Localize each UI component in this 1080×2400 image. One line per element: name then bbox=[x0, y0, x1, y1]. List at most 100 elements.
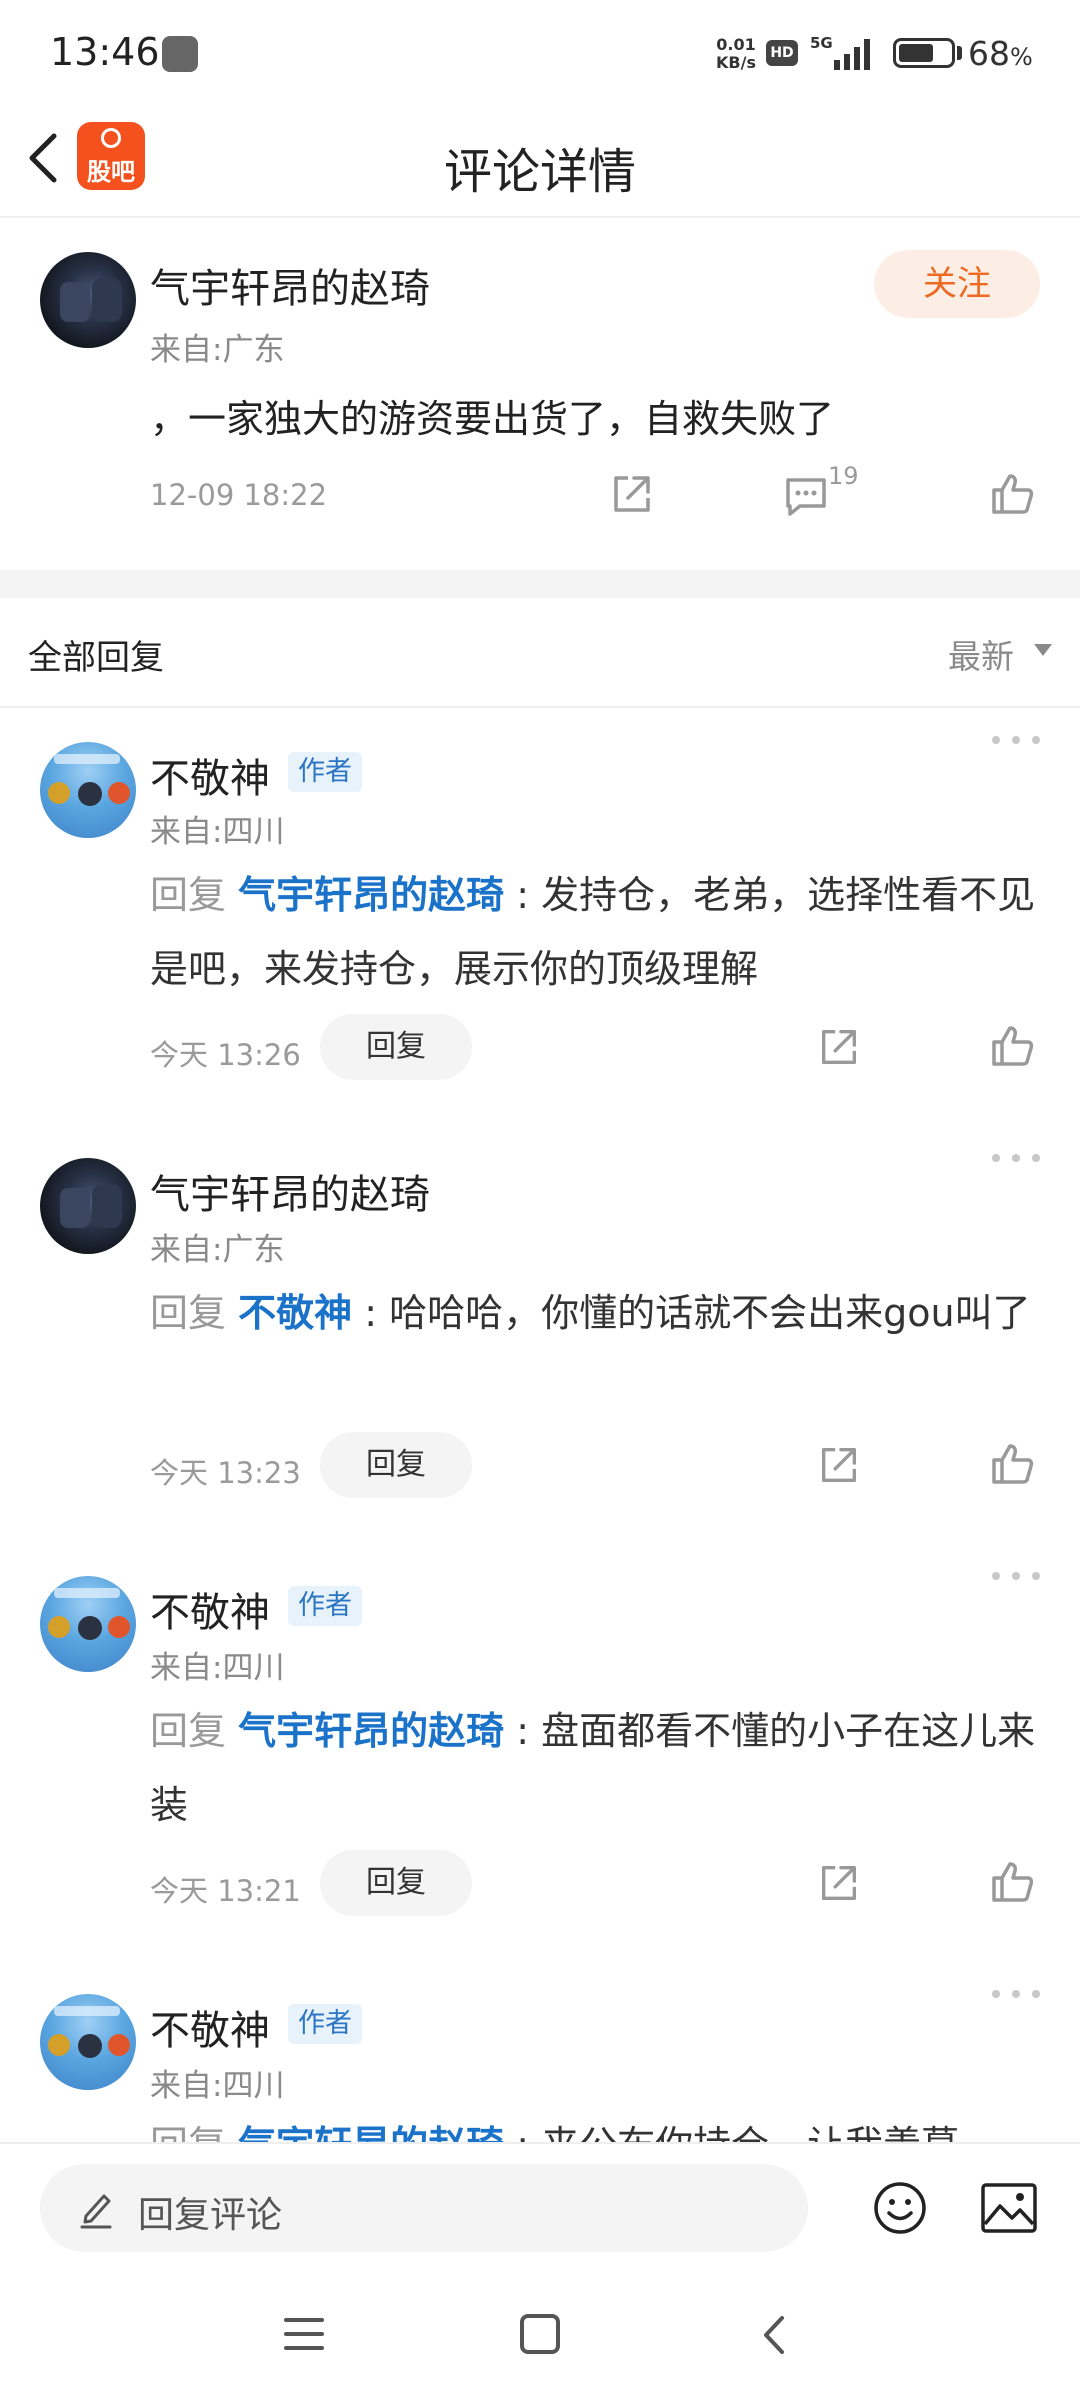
username[interactable]: 不敬神 bbox=[150, 1998, 270, 2056]
system-nav-bar bbox=[0, 2270, 1080, 2400]
reply-input-bar: 回复评论 bbox=[0, 2142, 1080, 2270]
reply-content: 回复 气宇轩昂的赵琦 : 盘面都看不懂的小子在这儿来装 bbox=[150, 1694, 1050, 1842]
avatar-banner bbox=[54, 1588, 120, 1598]
avatar[interactable] bbox=[40, 252, 136, 348]
page-title: 评论详情 bbox=[443, 144, 636, 200]
follow-button[interactable]: 关注 bbox=[874, 250, 1040, 318]
reply-colon: : bbox=[504, 2123, 541, 2142]
thumbs-up-icon[interactable] bbox=[988, 1022, 1036, 1070]
thumbs-up-icon[interactable] bbox=[988, 470, 1036, 518]
avatar-banner bbox=[54, 2006, 120, 2016]
emoji-icon[interactable] bbox=[872, 2180, 928, 2236]
mention-link[interactable]: 气宇轩昂的赵琦 bbox=[238, 2123, 504, 2142]
top-header: 股吧 评论详情 bbox=[0, 100, 1080, 218]
share-icon[interactable] bbox=[608, 470, 656, 518]
avatar-badge bbox=[48, 1616, 70, 1638]
section-divider bbox=[0, 570, 1080, 598]
network-speed: 0.01 KB/s bbox=[716, 36, 756, 72]
reply-input-placeholder: 回复评论 bbox=[138, 2195, 283, 2236]
avatar[interactable] bbox=[40, 742, 136, 838]
main-comment: 气宇轩昂的赵琦 来自:广东 关注 ，一家独大的游资要出货了，自救失败了 12-0… bbox=[0, 220, 1080, 570]
username[interactable]: 气宇轩昂的赵琦 bbox=[150, 1162, 430, 1220]
reply-prefix: 回复 bbox=[150, 1291, 227, 1335]
reply-text: 哈哈哈，你懂的话就不会出来gou叫了 bbox=[389, 1291, 1031, 1335]
sort-dropdown[interactable]: 最新 bbox=[948, 630, 1014, 678]
network-speed-unit: KB/s bbox=[716, 53, 756, 72]
author-badge: 作者 bbox=[288, 752, 362, 792]
battery-percent-value: 68 bbox=[968, 34, 1010, 73]
image-icon[interactable] bbox=[980, 2182, 1038, 2234]
share-icon[interactable] bbox=[816, 1442, 862, 1488]
thumbs-up-icon[interactable] bbox=[988, 1858, 1036, 1906]
reply-content: 回复 不敬神 : 哈哈哈，你懂的话就不会出来gou叫了 bbox=[150, 1276, 1050, 1350]
menu-icon[interactable] bbox=[282, 2314, 326, 2354]
reply-content: 回复 气宇轩昂的赵琦 : 发持仓，老弟，选择性看不见是吧，来发持仓，展示你的顶级… bbox=[150, 858, 1050, 1006]
reply-prefix: 回复 bbox=[150, 2123, 226, 2142]
all-replies-title: 全部回复 bbox=[28, 638, 164, 678]
reply-prefix: 回复 bbox=[150, 873, 227, 917]
reply-button[interactable]: 回复 bbox=[320, 1432, 472, 1498]
mention-link[interactable]: 气宇轩昂的赵琦 bbox=[238, 1709, 504, 1753]
location: 来自:广东 bbox=[150, 332, 285, 368]
thumbs-up-icon[interactable] bbox=[988, 1440, 1036, 1488]
more-dots-icon[interactable] bbox=[992, 1150, 1044, 1166]
reply-prefix: 回复 bbox=[150, 1709, 227, 1753]
avatar[interactable] bbox=[40, 1158, 136, 1254]
reply-content: 回复 气宇轩昂的赵琦 : 来公布你持仓，让我羡慕 bbox=[150, 2108, 1050, 2142]
reply-text: 来公布你持仓，让我羡慕 bbox=[541, 2123, 959, 2142]
username[interactable]: 气宇轩昂的赵琦 bbox=[150, 256, 430, 314]
more-dots-icon[interactable] bbox=[992, 1568, 1044, 1584]
reply-colon: : bbox=[352, 1291, 390, 1335]
caret-down-icon[interactable] bbox=[1034, 644, 1052, 656]
battery-icon bbox=[893, 38, 955, 68]
username[interactable]: 不敬神 bbox=[150, 1580, 270, 1638]
battery-fill bbox=[899, 44, 933, 62]
avatar-badge bbox=[78, 782, 102, 806]
avatar[interactable] bbox=[40, 1994, 136, 2090]
battery-percent: 68% bbox=[968, 34, 1033, 73]
comment-icon[interactable] bbox=[782, 472, 830, 520]
reply-button[interactable]: 回复 bbox=[320, 1014, 472, 1080]
status-bar: 13:46 0.01 KB/s HD 5G 68% bbox=[0, 0, 1080, 100]
status-time: 13:46 bbox=[50, 30, 160, 74]
avatar-badge bbox=[108, 1616, 130, 1638]
location: 来自:广东 bbox=[150, 1232, 285, 1268]
avatar[interactable] bbox=[40, 1576, 136, 1672]
avatar-badge bbox=[108, 2034, 130, 2056]
reply-time: 今天 13:26 bbox=[150, 1038, 301, 1072]
reply-input[interactable]: 回复评论 bbox=[40, 2164, 808, 2252]
network-speed-value: 0.01 bbox=[716, 35, 756, 54]
home-square-icon[interactable] bbox=[518, 2312, 562, 2356]
share-icon[interactable] bbox=[816, 1024, 862, 1070]
avatar-badge bbox=[108, 782, 130, 804]
more-dots-icon[interactable] bbox=[992, 732, 1044, 748]
reply-item: 不敬神 作者 来自:四川 回复 气宇轩昂的赵琦 : 来公布你持仓，让我羡慕 bbox=[0, 1964, 1080, 2142]
reply-item: 不敬神 作者 来自:四川 回复 气宇轩昂的赵琦 : 发持仓，老弟，选择性看不见是… bbox=[0, 710, 1080, 1128]
signal-icon bbox=[834, 39, 870, 70]
author-badge: 作者 bbox=[288, 1586, 362, 1626]
location: 来自:四川 bbox=[150, 814, 285, 850]
avatar-banner bbox=[54, 754, 120, 764]
replies-header: 全部回复 最新 bbox=[0, 598, 1080, 708]
avatar-badge bbox=[78, 1616, 102, 1640]
location: 来自:四川 bbox=[150, 1650, 285, 1686]
avatar-badge bbox=[48, 2034, 70, 2056]
reply-item: 气宇轩昂的赵琦 来自:广东 回复 不敬神 : 哈哈哈，你懂的话就不会出来gou叫… bbox=[0, 1128, 1080, 1546]
pencil-icon bbox=[80, 2194, 112, 2229]
mention-link[interactable]: 不敬神 bbox=[238, 1291, 352, 1335]
more-dots-icon[interactable] bbox=[992, 1986, 1044, 2002]
app-notification-icon bbox=[162, 36, 198, 72]
reply-time: 今天 13:21 bbox=[150, 1874, 301, 1908]
location: 来自:四川 bbox=[150, 2068, 285, 2104]
reply-colon: : bbox=[504, 873, 542, 917]
reply-count: 19 bbox=[828, 462, 859, 490]
username[interactable]: 不敬神 bbox=[150, 746, 270, 804]
comment-time: 12-09 18:22 bbox=[150, 478, 328, 512]
mention-link[interactable]: 气宇轩昂的赵琦 bbox=[238, 873, 504, 917]
nav-back-icon[interactable] bbox=[756, 2312, 792, 2358]
share-icon[interactable] bbox=[816, 1860, 862, 1906]
reply-colon: : bbox=[504, 1709, 542, 1753]
battery-percent-sign: % bbox=[1010, 43, 1033, 71]
reply-button[interactable]: 回复 bbox=[320, 1850, 472, 1916]
battery-tip bbox=[957, 46, 962, 60]
